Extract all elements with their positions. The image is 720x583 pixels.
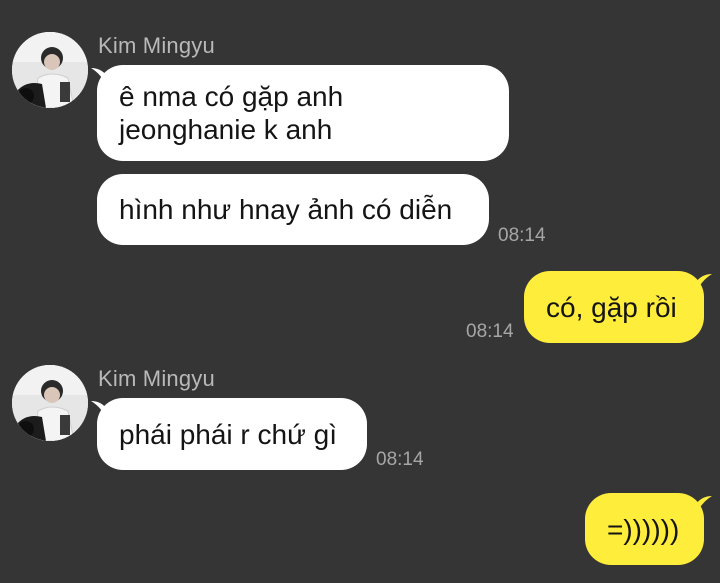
bubble-tail	[696, 496, 712, 514]
message-bubble[interactable]: phái phái r chứ gì	[97, 398, 367, 470]
message-text: hình như hnay ảnh có diễn	[119, 194, 453, 225]
message-timestamp: 08:14	[466, 321, 514, 342]
message-text: phái phái r chứ gì	[119, 418, 337, 450]
sender-avatar[interactable]	[12, 32, 88, 108]
message-text: có, gặp rồi	[546, 291, 677, 323]
avatar-image	[12, 32, 88, 108]
message-bubble[interactable]: có, gặp rồi	[524, 271, 704, 343]
message-text: ê nma có gặp anh jeonghanie k anh	[119, 81, 344, 145]
sender-name: Kim Mingyu	[98, 366, 215, 391]
sender-name: Kim Mingyu	[98, 33, 215, 58]
message-bubble[interactable]: =))))))	[585, 493, 704, 565]
message-text: =))))))	[607, 513, 680, 545]
message-timestamp: 08:14	[498, 225, 546, 246]
sender-avatar[interactable]	[12, 365, 88, 441]
bubble-tail	[696, 274, 712, 292]
message-bubble[interactable]: ê nma có gặp anh jeonghanie k anh	[97, 65, 509, 161]
message-timestamp: 08:14	[376, 449, 424, 470]
message-bubble[interactable]: hình như hnay ảnh có diễn	[97, 174, 489, 245]
avatar-image	[12, 365, 88, 441]
